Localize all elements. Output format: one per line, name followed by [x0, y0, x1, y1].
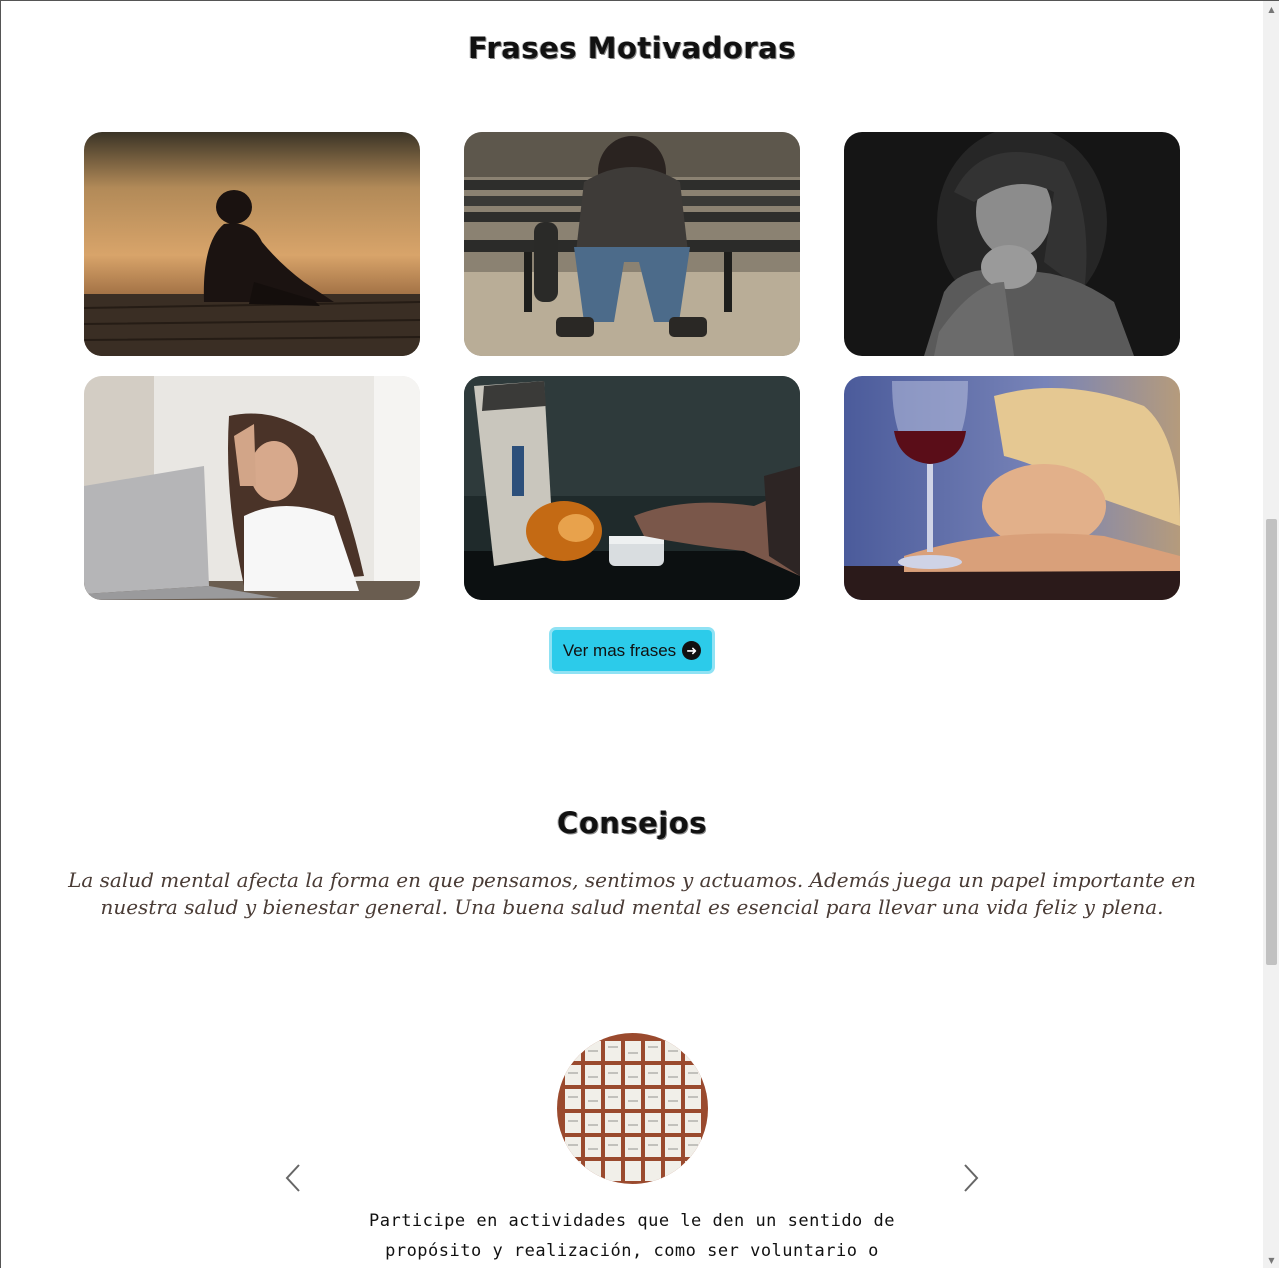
chevron-right-icon[interactable]	[959, 1161, 983, 1195]
frases-section-title: Frases Motivadoras	[468, 31, 796, 65]
scrollbar-thumb[interactable]	[1266, 519, 1277, 965]
phrases-gallery	[84, 132, 1181, 601]
carousel-slide-image	[557, 1033, 708, 1184]
carousel-slide-text: Participe en actividades que le den un s…	[368, 1211, 895, 1261]
page-scrollbar[interactable]: ▲ ▼	[1263, 1, 1279, 1268]
gallery-photo-bw-woman[interactable]	[844, 132, 1180, 356]
gallery-photo-pills[interactable]	[464, 376, 800, 600]
arrow-right-circle-icon: ➜	[682, 641, 702, 660]
scroll-down-arrow-icon[interactable]: ▼	[1263, 1252, 1279, 1268]
chevron-left-icon[interactable]	[281, 1161, 305, 1195]
gallery-photo-bench[interactable]	[464, 132, 800, 356]
gallery-photo-laptop-stress[interactable]	[84, 376, 420, 600]
scroll-up-arrow-icon[interactable]: ▲	[1263, 1, 1279, 18]
gallery-photo-wine-glass[interactable]	[844, 376, 1180, 600]
gallery-photo-sunset-silhouette[interactable]	[84, 132, 420, 356]
consejos-section-title: Consejos	[557, 806, 707, 840]
see-more-phrases-label: Ver mas frases	[562, 640, 677, 660]
consejos-intro-text: La salud mental afecta la forma en que p…	[68, 868, 1196, 919]
see-more-phrases-button[interactable]: Ver mas frases ➜	[549, 627, 715, 674]
